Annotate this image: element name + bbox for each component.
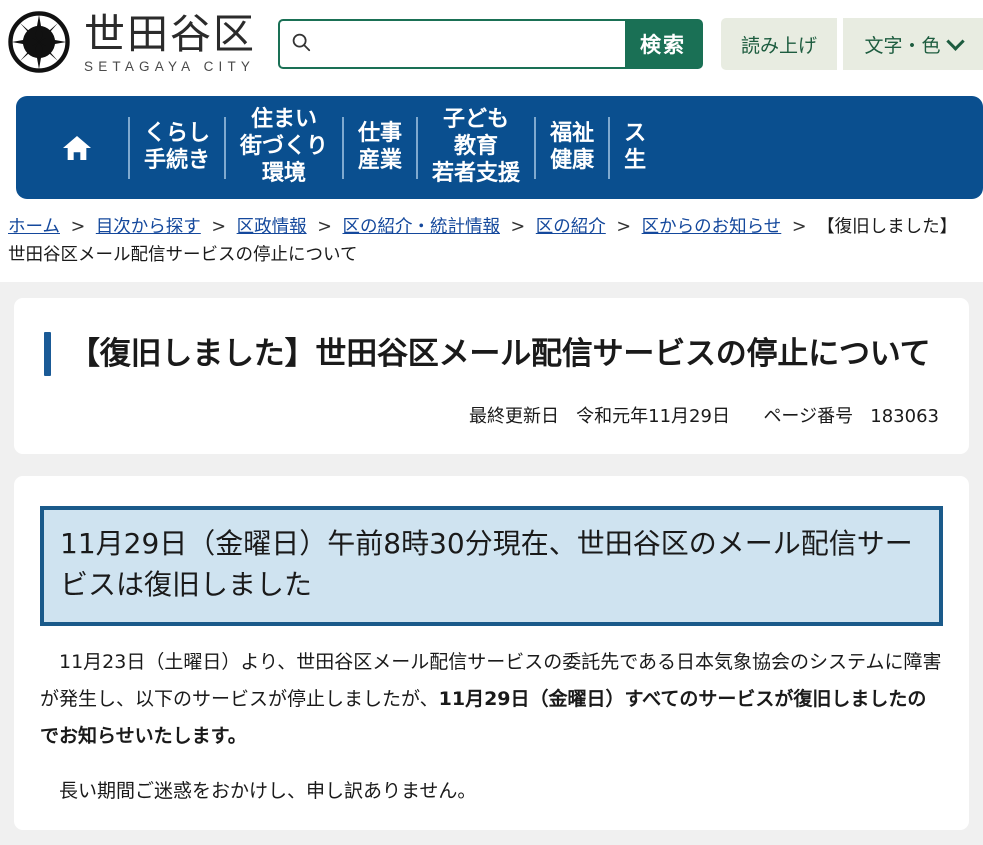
article-paragraph-1: 11月23日（土曜日）より、世田谷区メール配信サービスの委託先である日本気象協会… [40,644,943,755]
text-color-settings-label: 文字・色 [864,34,941,57]
status-notice-box: 11月29日（金曜日）午前8時30分現在、世田谷区のメール配信サービスは復旧しま… [40,506,943,627]
breadcrumb-separator: > [317,217,332,237]
breadcrumb-separator: > [791,217,807,237]
last-updated-label: 最終更新日 [468,406,559,428]
last-updated-value: 令和元年11月29日 [576,406,730,428]
title-row: 【復旧しました】世田谷区メール配信サービスの停止について [44,331,939,377]
site-brand[interactable]: 世田谷区 SETAGAYA CITY [8,10,256,78]
brand-name-en: SETAGAYA CITY [84,59,256,75]
global-nav-container: くらし 手続き 住まい 街づくり 環境 仕事 産業 子ども 教育 若者支援 福祉… [0,88,983,205]
breadcrumb-link-index[interactable]: 目次から探す [96,217,201,237]
search-submit-button[interactable]: 検索 [625,21,701,67]
nav-item-home[interactable] [16,96,128,199]
page-number-label: ページ番号 [763,406,854,428]
article-meta: 最終更新日 令和元年11月29日 ページ番号 183063 [44,402,939,428]
nav-item-sumai[interactable]: 住まい 街づくり 環境 [226,96,342,199]
search-input[interactable] [319,21,625,67]
nav-item-shigoto[interactable]: 仕事 産業 [344,96,416,199]
breadcrumb-link-kusei[interactable]: 区政情報 [237,217,307,237]
site-search[interactable]: 検索 [278,19,703,69]
header-tools: 読み上げ 文字・色 [721,18,983,70]
page-title: 【復旧しました】世田谷区メール配信サービスの停止について [69,335,931,372]
breadcrumb: ホーム > 目次から探す > 区政情報 > 区の紹介・統計情報 > 区の紹介 >… [0,205,983,282]
brand-name-jp: 世田谷区 [84,10,256,59]
text-color-settings-button[interactable]: 文字・色 [843,18,983,70]
page-number-value: 183063 [870,406,939,428]
title-accent-bar [44,331,51,377]
global-nav: くらし 手続き 住まい 街づくり 環境 仕事 産業 子ども 教育 若者支援 福祉… [16,96,983,199]
breadcrumb-link-shokai[interactable]: 区の紹介 [536,217,606,237]
search-icon [290,31,312,58]
page-body: 【復旧しました】世田谷区メール配信サービスの停止について 最終更新日 令和元年1… [0,282,983,831]
breadcrumb-separator: > [616,217,632,237]
nav-item-kurashi[interactable]: くらし 手続き [130,96,224,199]
breadcrumb-link-shokai-tokei[interactable]: 区の紹介・統計情報 [342,217,500,237]
read-aloud-button[interactable]: 読み上げ [721,18,838,70]
breadcrumb-separator: > [70,217,86,237]
nav-item-sports[interactable]: ス 生 [610,96,660,199]
home-icon [60,132,94,164]
breadcrumb-separator: > [211,217,227,237]
article-header-card: 【復旧しました】世田谷区メール配信サービスの停止について 最終更新日 令和元年1… [14,297,969,455]
search-field[interactable] [280,21,625,67]
article-paragraph-2: 長い期間ご迷惑をおかけし、申し訳ありません。 [59,780,477,803]
nav-item-kodomo[interactable]: 子ども 教育 若者支援 [418,96,534,199]
chevron-down-icon [945,31,965,51]
article-content-card: 11月29日（金曜日）午前8時30分現在、世田谷区のメール配信サービスは復旧しま… [14,476,969,831]
breadcrumb-separator: > [510,217,526,237]
breadcrumb-link-home[interactable]: ホーム [8,217,60,237]
breadcrumb-link-oshirase[interactable]: 区からのお知らせ [642,217,782,237]
setagaya-star-emblem-icon [8,10,70,78]
nav-item-fukushi[interactable]: 福祉 健康 [536,96,608,199]
site-header: 世田谷区 SETAGAYA CITY 検索 読み上げ 文字・色 [0,0,983,88]
